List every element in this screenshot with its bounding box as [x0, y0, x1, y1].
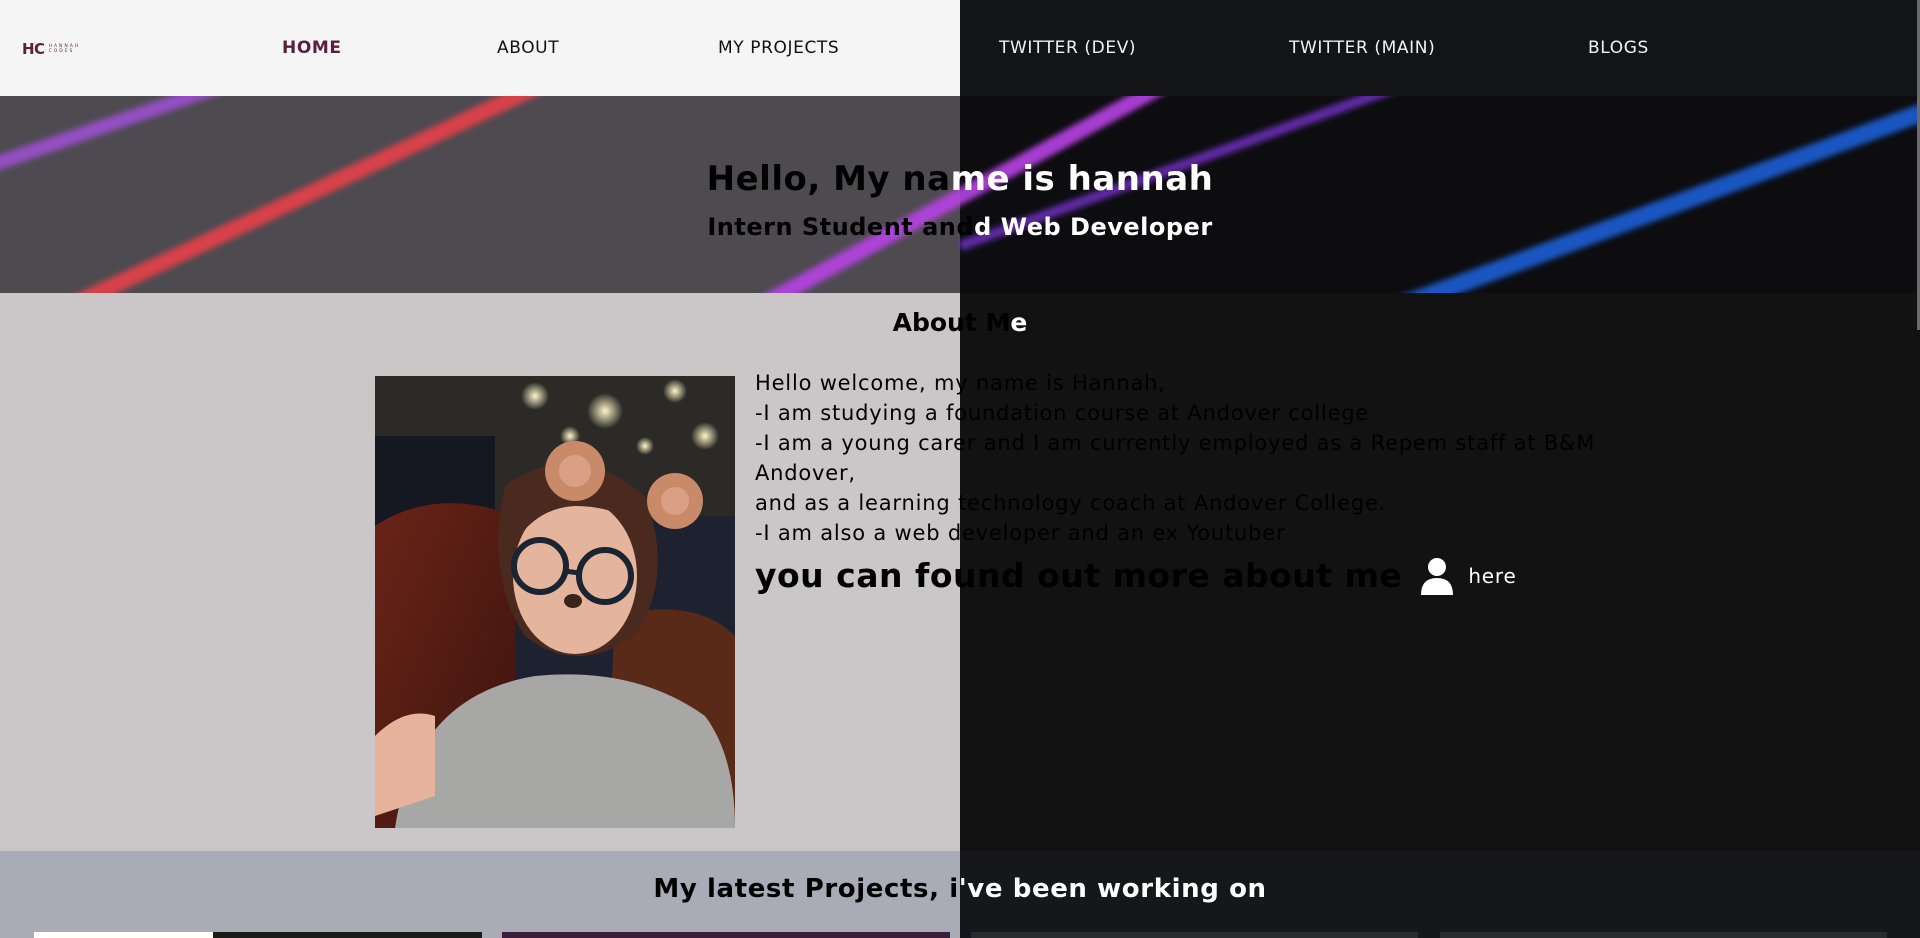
- about-line: -I am also a web developer and an ex You…: [755, 521, 1286, 545]
- hero-subtitle-left: Intern Student and: [707, 213, 975, 241]
- site-logo[interactable]: HC HANNAH CODES: [22, 40, 80, 58]
- about-line: Andover,: [755, 461, 856, 485]
- about-line: Hello welcome, my name is Hannah,: [755, 371, 1166, 395]
- hero-banner: Hello, My name is hannah Intern Student …: [0, 96, 1920, 293]
- nav-about[interactable]: ABOUT: [497, 38, 559, 58]
- projects-heading-right: 've been working on: [958, 874, 1267, 904]
- nav-my-projects[interactable]: MY PROJECTS: [718, 38, 839, 58]
- about-heading-right: e: [1010, 308, 1028, 337]
- hero-title: Hello, My name is hannah: [0, 159, 1920, 199]
- logo-word-codes: CODES: [48, 49, 75, 54]
- profile-photo: [375, 376, 735, 828]
- about-line: and as a learning technology coach at An…: [755, 491, 1387, 515]
- project-thumbnail[interactable]: [1440, 932, 1887, 938]
- about-line: -I am a young carer and I am currently e…: [755, 431, 1596, 455]
- about-heading-left: About M: [892, 308, 1011, 337]
- hero-subtitle-right: d Web Developer: [974, 213, 1213, 241]
- here-link[interactable]: here: [1468, 564, 1516, 588]
- hero-title-left: Hello, My na: [706, 159, 951, 199]
- project-thumbnail[interactable]: [502, 932, 950, 938]
- about-heading: About Me: [0, 308, 1920, 337]
- hero-subtitle: Intern Student andd Web Developer: [0, 213, 1920, 241]
- about-line: -I am studying a foundation course at An…: [755, 401, 1370, 425]
- site-header: HC HANNAH CODES HOME ABOUT MY PROJECTS T…: [0, 0, 1920, 96]
- more-about-text: you can found out more about me: [755, 556, 1403, 595]
- about-text: Hello welcome, my name is Hannah, -I am …: [755, 368, 1595, 548]
- more-about-row: you can found out more about me here: [755, 556, 1517, 595]
- nav-blogs[interactable]: BLOGS: [1588, 38, 1649, 58]
- nav-twitter-main[interactable]: TWITTER (MAIN): [1289, 38, 1435, 58]
- person-icon[interactable]: [1420, 557, 1454, 595]
- project-thumbnail[interactable]: [971, 932, 1418, 938]
- logo-words: HANNAH CODES: [49, 44, 81, 54]
- nav-twitter-dev[interactable]: TWITTER (DEV): [999, 38, 1136, 58]
- logo-mark: HC: [22, 40, 45, 58]
- nav-home[interactable]: HOME: [282, 38, 342, 58]
- projects-heading: My latest Projects, i've been working on: [0, 874, 1920, 904]
- projects-heading-left: My latest Projects, i: [653, 874, 959, 904]
- hero-title-right: me is hannah: [950, 159, 1214, 199]
- project-thumbnail[interactable]: [34, 932, 482, 938]
